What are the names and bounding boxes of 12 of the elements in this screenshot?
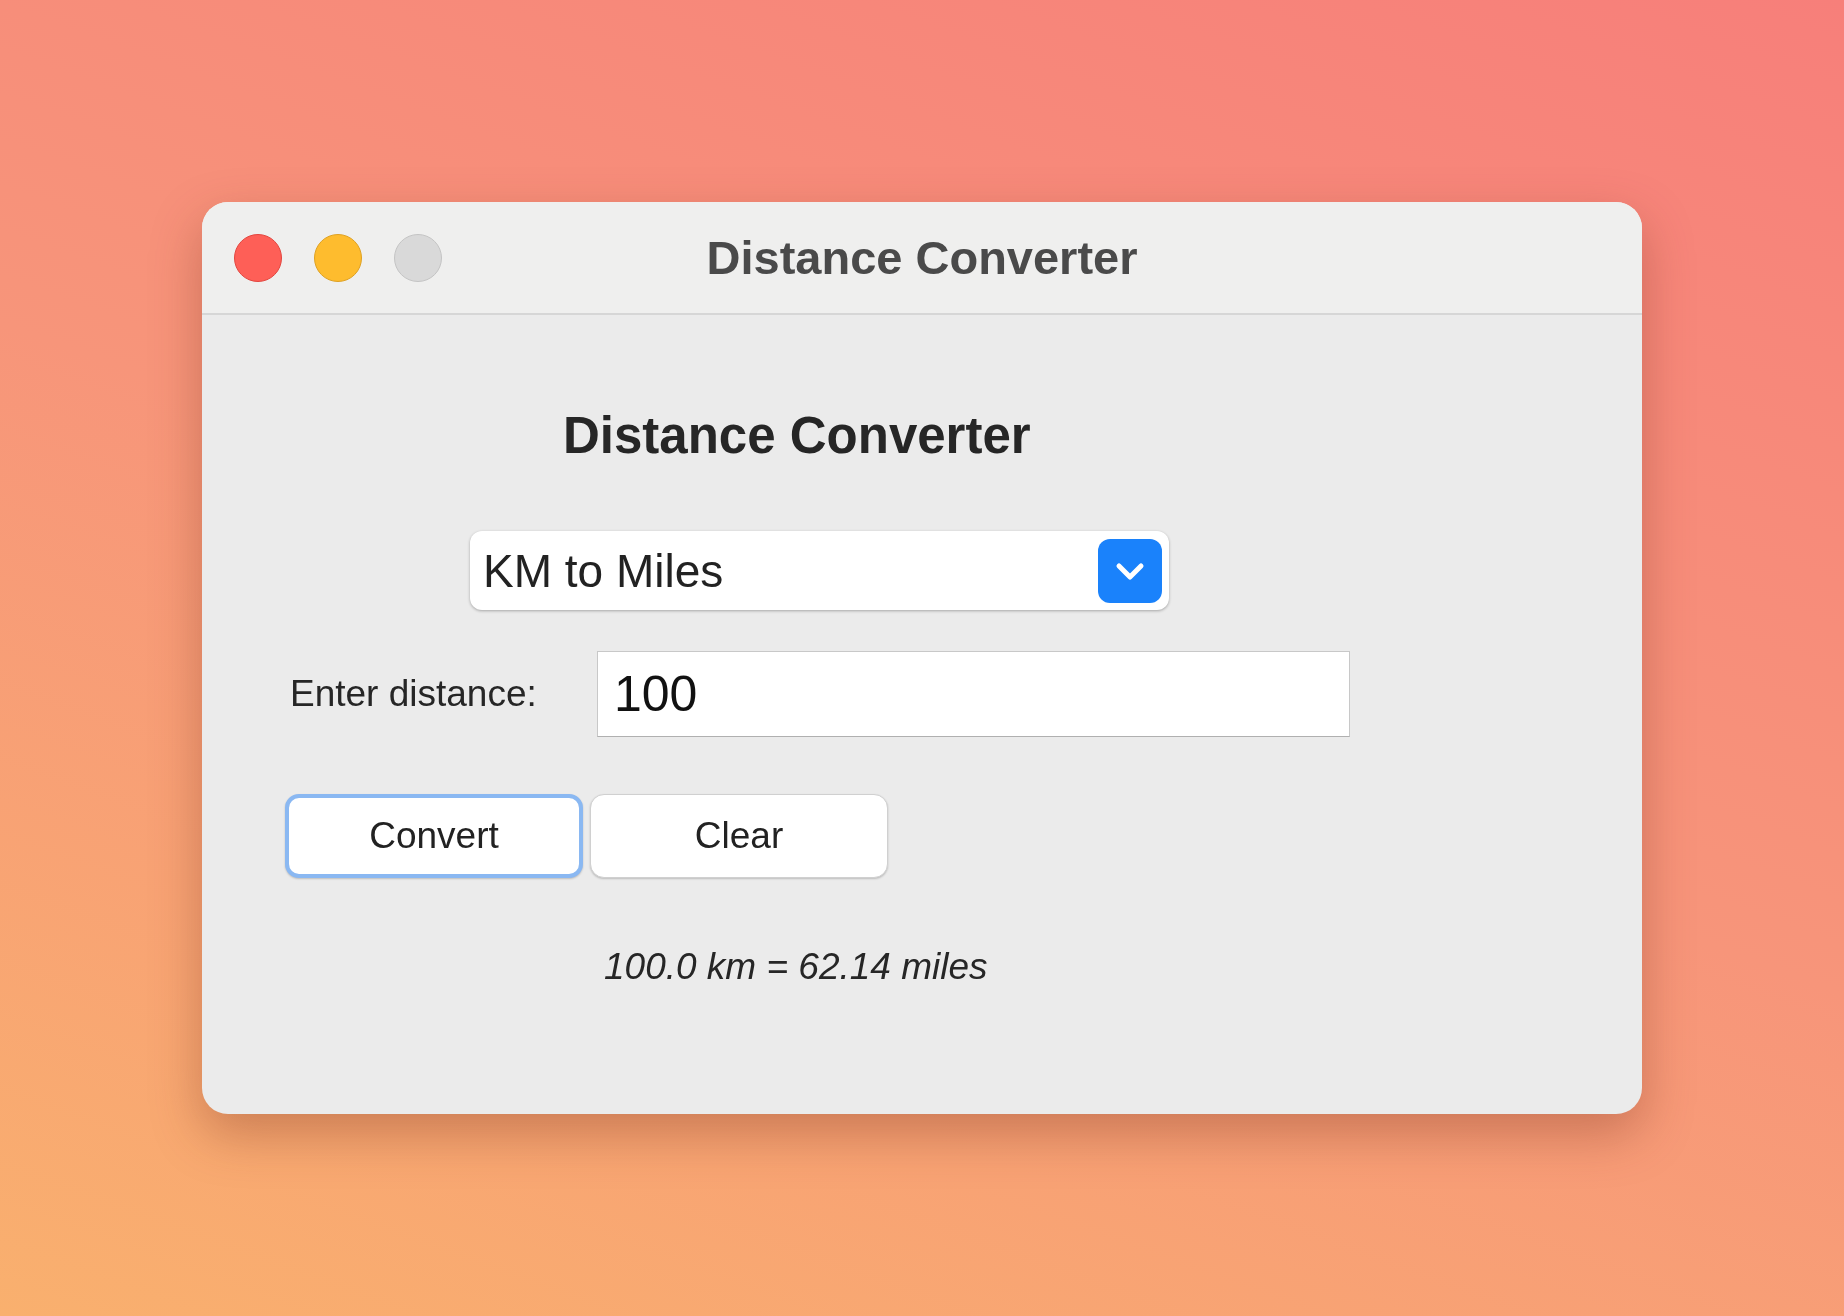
action-button[interactable]: Clear [590,794,888,878]
distance-input[interactable]: 100 [597,651,1350,737]
result-text: 100.0 km = 62.14 miles [604,946,988,988]
distance-label: Enter distance: [290,673,538,715]
action-button[interactable]: Convert [285,794,583,878]
close-icon[interactable] [234,233,282,282]
window-title: Distance Converter [706,230,1138,285]
chevron-down-icon [1098,538,1162,603]
minimize-icon[interactable] [314,233,362,282]
conversion-dropdown[interactable]: KM to Miles [470,531,1169,610]
app-heading: Distance Converter [563,406,1031,466]
zoom-icon[interactable] [394,233,442,282]
